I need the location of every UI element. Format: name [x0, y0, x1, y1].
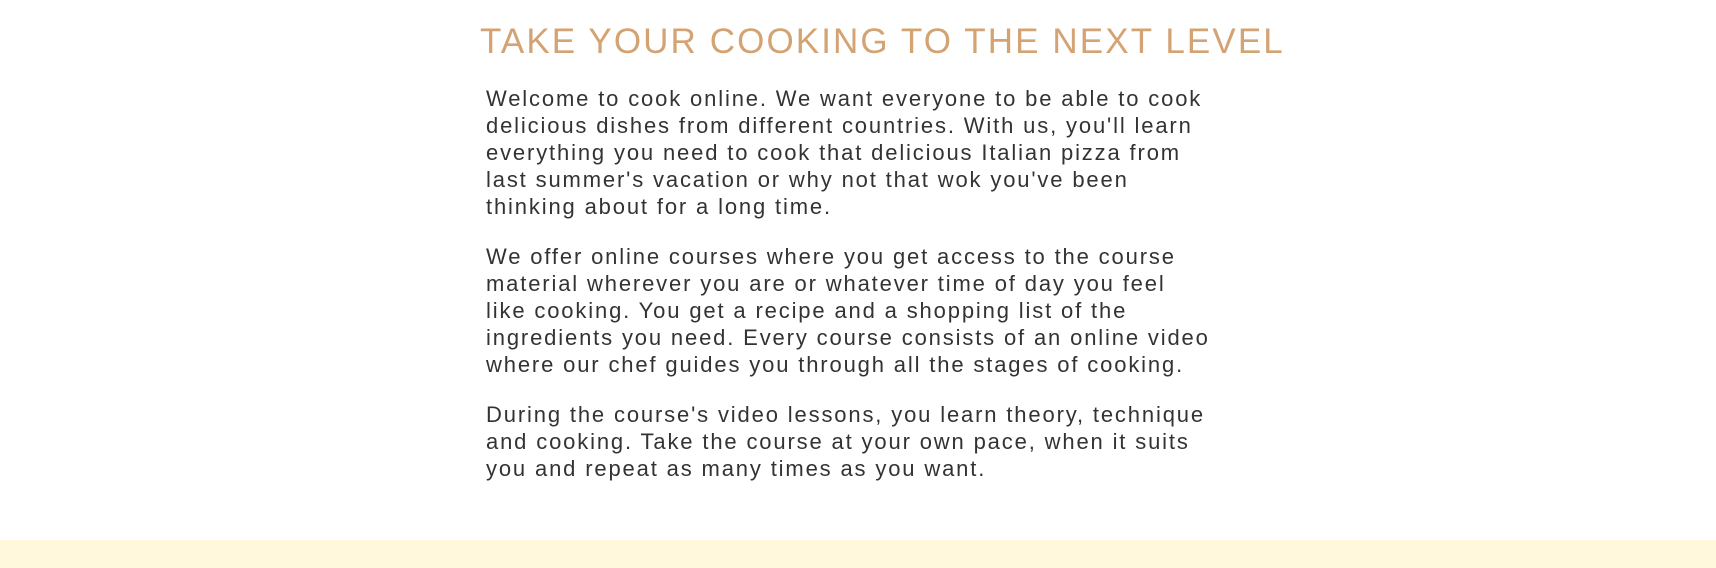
paragraph-line: material wherever you are or whatever ti…	[486, 271, 1166, 296]
paragraph-line: thinking about for a long time.	[486, 194, 832, 219]
footer-band	[0, 540, 1716, 568]
paragraph-line: We offer online courses where you get ac…	[486, 244, 1176, 269]
paragraph-line: During the course's video lessons, you l…	[486, 402, 1205, 427]
paragraph-line: ingredients you need. Every course consi…	[486, 325, 1210, 350]
paragraph-line: last summer's vacation or why not that w…	[486, 167, 1129, 192]
paragraph-line: you and repeat as many times as you want…	[486, 456, 987, 481]
paragraph-line: where our chef guides you through all th…	[486, 352, 1185, 377]
intro-paragraph-3: During the course's video lessons, you l…	[486, 401, 1306, 482]
page: TAKE YOUR COOKING TO THE NEXT LEVEL Welc…	[0, 0, 1716, 568]
page-title: TAKE YOUR COOKING TO THE NEXT LEVEL	[480, 22, 1285, 61]
paragraph-line: delicious dishes from different countrie…	[486, 113, 1193, 138]
paragraph-line: like cooking. You get a recipe and a sho…	[486, 298, 1128, 323]
intro-paragraph-2: We offer online courses where you get ac…	[486, 243, 1306, 378]
paragraph-line: Welcome to cook online. We want everyone…	[486, 86, 1203, 111]
intro-paragraph-1: Welcome to cook online. We want everyone…	[486, 85, 1306, 220]
paragraph-line: everything you need to cook that delicio…	[486, 140, 1181, 165]
paragraph-line: and cooking. Take the course at your own…	[486, 429, 1190, 454]
